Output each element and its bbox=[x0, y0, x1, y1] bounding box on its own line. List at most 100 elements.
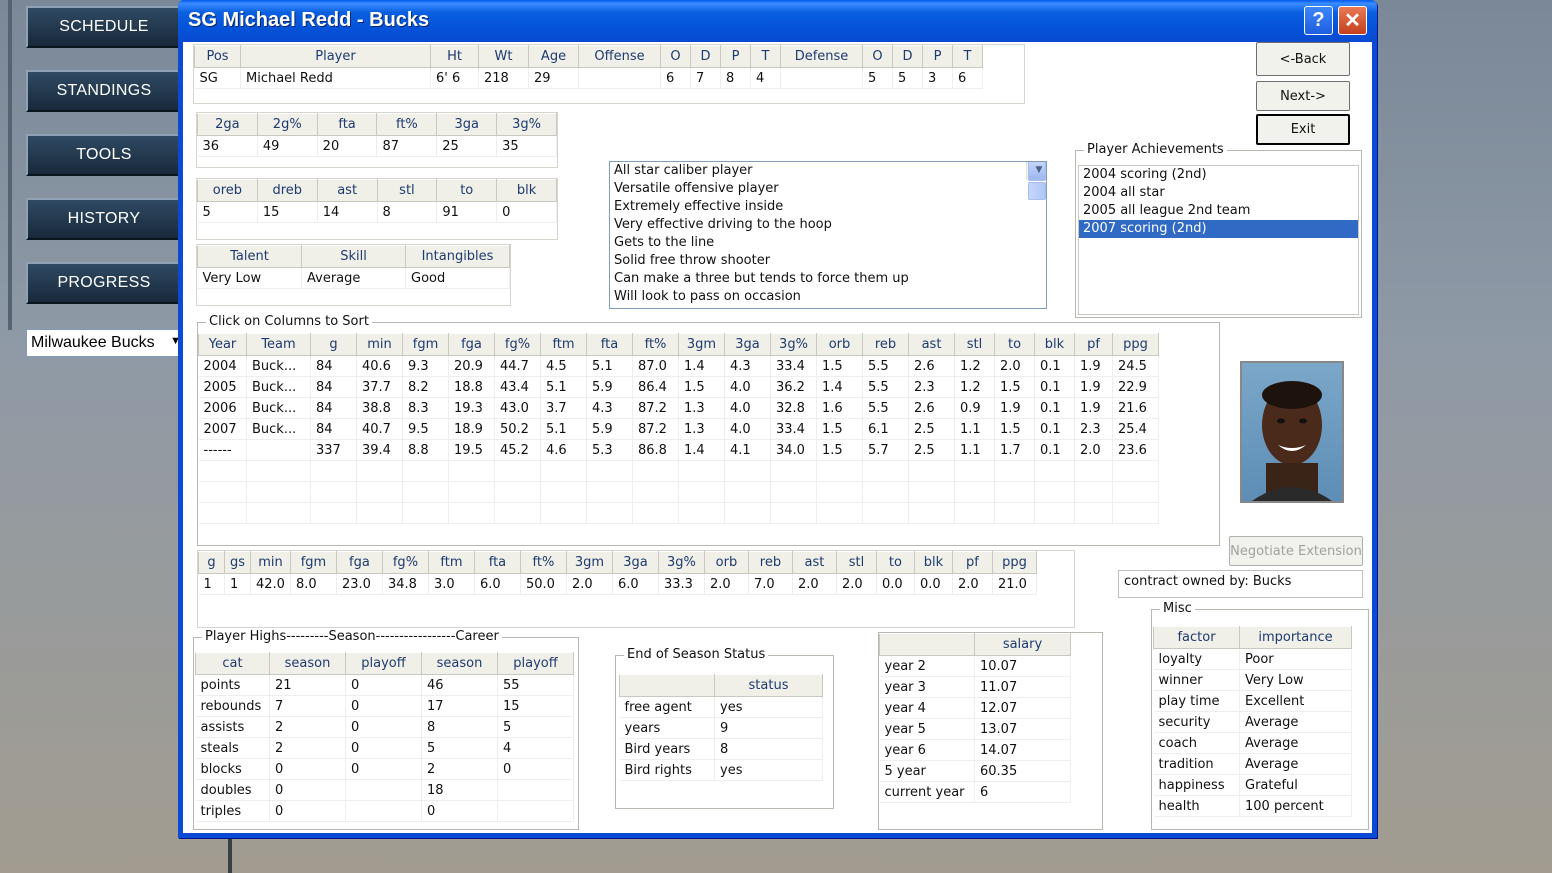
scroll-thumb[interactable] bbox=[1028, 182, 1046, 200]
column-header[interactable]: reb bbox=[862, 333, 909, 356]
table-row: free agent yes bbox=[619, 696, 823, 718]
column-header: pf bbox=[951, 551, 993, 574]
scouting-report-list[interactable]: All star caliber player Versatile offensi… bbox=[609, 161, 1047, 309]
team-select[interactable]: Milwaukee Bucks ▼ bbox=[26, 329, 184, 357]
scrollbar[interactable]: ▲ ▼ bbox=[1026, 162, 1046, 200]
empty-cell bbox=[494, 481, 541, 503]
empty-cell bbox=[494, 460, 541, 482]
table-cell: coach bbox=[1153, 732, 1240, 754]
list-item[interactable]: Solid free throw shooter bbox=[610, 252, 1046, 270]
help-button[interactable]: ? bbox=[1304, 6, 1333, 35]
column-header[interactable]: 3g% bbox=[770, 333, 817, 356]
negotiate-extension-button[interactable]: Negotiate Extension bbox=[1229, 536, 1363, 566]
column-header[interactable]: 3gm bbox=[678, 333, 725, 356]
list-item[interactable]: All star caliber player bbox=[610, 162, 1046, 180]
column-header: Talent bbox=[197, 245, 302, 268]
list-item[interactable]: Versatile offensive player bbox=[610, 180, 1046, 198]
list-item[interactable]: Gets to the line bbox=[610, 234, 1046, 252]
column-header: ft% bbox=[519, 551, 567, 574]
table-cell: 21.6 bbox=[1112, 397, 1159, 419]
column-header[interactable]: ftm bbox=[540, 333, 587, 356]
table-row[interactable]: 2004 Buck... 84 40.6 9.3 20.9 44.7 4.5 5.1 87.0 1.… bbox=[198, 355, 1159, 377]
column-header[interactable]: min bbox=[356, 333, 403, 356]
column-header[interactable]: blk bbox=[1034, 333, 1075, 356]
achievement-item[interactable]: 2007 scoring (2nd) bbox=[1079, 220, 1358, 238]
achievements-list[interactable]: 2004 scoring (2nd) 2004 all star 2005 all … bbox=[1078, 165, 1359, 315]
empty-cell bbox=[402, 460, 449, 482]
empty-cell bbox=[246, 460, 311, 482]
column-header[interactable]: to bbox=[994, 333, 1035, 356]
table-cell: 1.9 bbox=[994, 397, 1035, 419]
list-item[interactable]: Very effective driving to the hoop bbox=[610, 216, 1046, 234]
column-header: 2ga bbox=[197, 113, 258, 136]
table-cell: 2006 bbox=[198, 397, 247, 419]
table-row: year 5 13.07 bbox=[879, 718, 1071, 740]
table-cell: happiness bbox=[1153, 774, 1240, 796]
table-cell: Bird years bbox=[619, 738, 715, 760]
table-cell: 5 bbox=[892, 67, 923, 89]
column-header[interactable]: ast bbox=[908, 333, 955, 356]
column-header: importance bbox=[1239, 626, 1352, 649]
column-header[interactable]: stl bbox=[954, 333, 995, 356]
column-header: stl bbox=[835, 551, 877, 574]
list-item[interactable]: Can make a three but tends to force them… bbox=[610, 270, 1046, 288]
achievement-item[interactable]: 2004 all star bbox=[1079, 184, 1358, 202]
column-header[interactable]: pf bbox=[1074, 333, 1113, 356]
table-cell: 15 bbox=[497, 695, 574, 717]
title-bar[interactable]: SG Michael Redd - Bucks ? ✕ bbox=[178, 0, 1377, 42]
nav-progress-button[interactable]: PROGRESS bbox=[26, 262, 182, 304]
table-cell: 0 bbox=[345, 758, 422, 780]
table-cell: 8.8 bbox=[402, 439, 449, 461]
column-header[interactable]: Team bbox=[246, 333, 311, 356]
column-header[interactable]: fgm bbox=[402, 333, 449, 356]
nav-standings-button[interactable]: STANDINGS bbox=[26, 70, 182, 112]
table-row[interactable]: 2005 Buck... 84 37.7 8.2 18.8 43.4 5.1 5.9 86.4 1.… bbox=[198, 376, 1159, 398]
misc-group: Misc factor importance loyalty Poor winner Ve… bbox=[1151, 601, 1369, 830]
table-row[interactable]: 2007 Buck... 84 40.7 9.5 18.9 50.2 5.1 5.9 87.2 1.… bbox=[198, 418, 1159, 440]
table-cell: 42.0 bbox=[250, 573, 291, 595]
column-header: ast bbox=[316, 179, 378, 202]
achievement-item[interactable]: 2005 all league 2nd team bbox=[1079, 202, 1358, 220]
table-cell: 11.07 bbox=[974, 676, 1071, 698]
table-cell: Average bbox=[301, 267, 406, 289]
exit-button[interactable]: Exit bbox=[1256, 114, 1350, 145]
column-header[interactable]: fga bbox=[448, 333, 495, 356]
column-header[interactable]: g bbox=[310, 333, 357, 356]
table-cell: free agent bbox=[619, 696, 715, 718]
table-cell: 13.07 bbox=[974, 718, 1071, 740]
table-cell: 4.5 bbox=[540, 355, 587, 377]
eos-status-grid: status free agent yes years 9 Bird years 8 Bird… bbox=[619, 674, 830, 808]
table-cell: year 4 bbox=[879, 697, 975, 719]
table-cell: 1.3 bbox=[678, 418, 725, 440]
column-header[interactable]: ft% bbox=[632, 333, 679, 356]
season-stats-table[interactable]: Year Team g min fgm fga fg% ftm fta ft% 3gm 3ga 3g% o… bbox=[198, 333, 1159, 524]
table-cell: Excellent bbox=[1239, 690, 1352, 712]
column-header[interactable]: fta bbox=[586, 333, 633, 356]
nav-schedule-button[interactable]: SCHEDULE bbox=[26, 6, 182, 48]
column-header: 3gm bbox=[565, 551, 613, 574]
next-button[interactable]: Next-> bbox=[1256, 81, 1350, 111]
table-cell: 86.8 bbox=[632, 439, 679, 461]
close-button[interactable]: ✕ bbox=[1338, 6, 1367, 35]
table-cell: 8.3 bbox=[402, 397, 449, 419]
list-item[interactable]: Extremely effective inside bbox=[610, 198, 1046, 216]
table-row[interactable]: ------ 337 39.4 8.8 19.5 45.2 4.6 5.3 86.8 1.4 4.1… bbox=[198, 439, 1159, 461]
back-button[interactable]: <-Back bbox=[1256, 42, 1350, 76]
player-highs-table: cat season playoff season playoff points 21 0 46… bbox=[195, 652, 574, 822]
list-item[interactable]: Will look to pass on occasion bbox=[610, 288, 1046, 306]
column-header[interactable]: orb bbox=[816, 333, 863, 356]
scroll-down-icon[interactable]: ▼ bbox=[1028, 162, 1046, 179]
achievement-item[interactable]: 2004 scoring (2nd) bbox=[1079, 166, 1358, 184]
column-header[interactable]: 3ga bbox=[724, 333, 771, 356]
table-cell: 87.2 bbox=[632, 418, 679, 440]
table-row[interactable]: 2006 Buck... 84 38.8 8.3 19.3 43.0 3.7 4.3 87.2 1.… bbox=[198, 397, 1159, 419]
column-header[interactable]: ppg bbox=[1112, 333, 1159, 356]
table-cell: 8 bbox=[377, 201, 438, 223]
column-header[interactable]: fg% bbox=[494, 333, 541, 356]
column-header[interactable]: Year bbox=[198, 333, 247, 356]
table-cell: 1 bbox=[198, 573, 225, 595]
nav-history-button[interactable]: HISTORY bbox=[26, 198, 182, 240]
nav-tools-button[interactable]: TOOLS bbox=[26, 134, 182, 176]
column-header: D bbox=[690, 45, 721, 68]
empty-cell bbox=[994, 502, 1035, 524]
